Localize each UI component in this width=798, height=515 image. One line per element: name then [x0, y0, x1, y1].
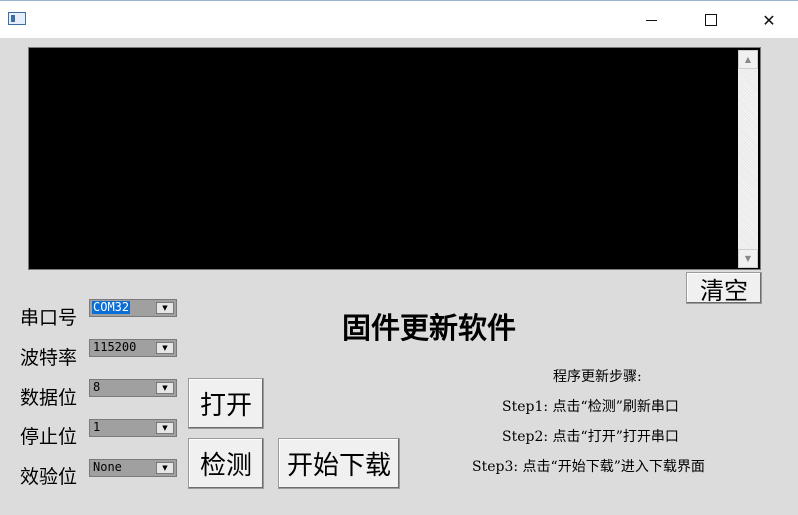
stop-bits-select[interactable]: 1 ▼ — [89, 419, 177, 437]
port-label: 串口号 — [20, 307, 78, 329]
clear-button[interactable]: 清空 — [686, 272, 762, 305]
open-button[interactable]: 打开 — [188, 378, 264, 429]
baud-label: 波特率 — [20, 347, 78, 369]
maximize-button[interactable] — [688, 1, 734, 39]
data-bits-label: 数据位 — [20, 387, 78, 409]
close-icon: ✕ — [762, 10, 776, 30]
stop-bits-label: 停止位 — [20, 426, 78, 448]
step-2: Step2: 点击“打开”打开串口 — [502, 429, 679, 445]
minimize-icon — [645, 19, 657, 21]
data-bits-select[interactable]: 8 ▼ — [89, 379, 177, 397]
parity-value: None — [93, 460, 122, 474]
vertical-scrollbar[interactable]: ▲ ▼ — [738, 50, 758, 268]
step-1: Step1: 点击“检测”刷新串口 — [502, 399, 679, 415]
scroll-down-icon[interactable]: ▼ — [738, 249, 758, 268]
port-value: COM32 — [92, 300, 131, 314]
start-download-button[interactable]: 开始下载 — [278, 438, 400, 489]
scroll-up-icon[interactable]: ▲ — [738, 50, 758, 69]
dropdown-arrow-icon[interactable]: ▼ — [156, 302, 174, 314]
step-3: Step3: 点击“开始下载”进入下载界面 — [472, 459, 705, 475]
stop-bits-value: 1 — [93, 420, 101, 434]
dropdown-arrow-icon[interactable]: ▼ — [156, 422, 174, 434]
baud-select[interactable]: 115200 ▼ — [89, 339, 177, 357]
title-bar: ✕ — [0, 0, 798, 38]
minimize-button[interactable] — [628, 1, 674, 39]
maximize-icon — [705, 14, 717, 26]
steps-title: 程序更新步骤: — [553, 369, 642, 385]
port-select[interactable]: COM32 ▼ — [89, 299, 177, 317]
log-console[interactable]: ▲ ▼ — [28, 47, 761, 270]
detect-button[interactable]: 检测 — [188, 438, 264, 489]
dropdown-arrow-icon[interactable]: ▼ — [156, 462, 174, 474]
baud-value: 115200 — [93, 340, 137, 354]
parity-label: 效验位 — [20, 466, 78, 488]
parity-select[interactable]: None ▼ — [89, 459, 177, 477]
dropdown-arrow-icon[interactable]: ▼ — [156, 382, 174, 394]
close-button[interactable]: ✕ — [746, 1, 792, 39]
page-title: 固件更新软件 — [342, 311, 517, 345]
app-window-icon — [8, 12, 26, 25]
dropdown-arrow-icon[interactable]: ▼ — [156, 342, 174, 354]
data-bits-value: 8 — [93, 380, 101, 394]
